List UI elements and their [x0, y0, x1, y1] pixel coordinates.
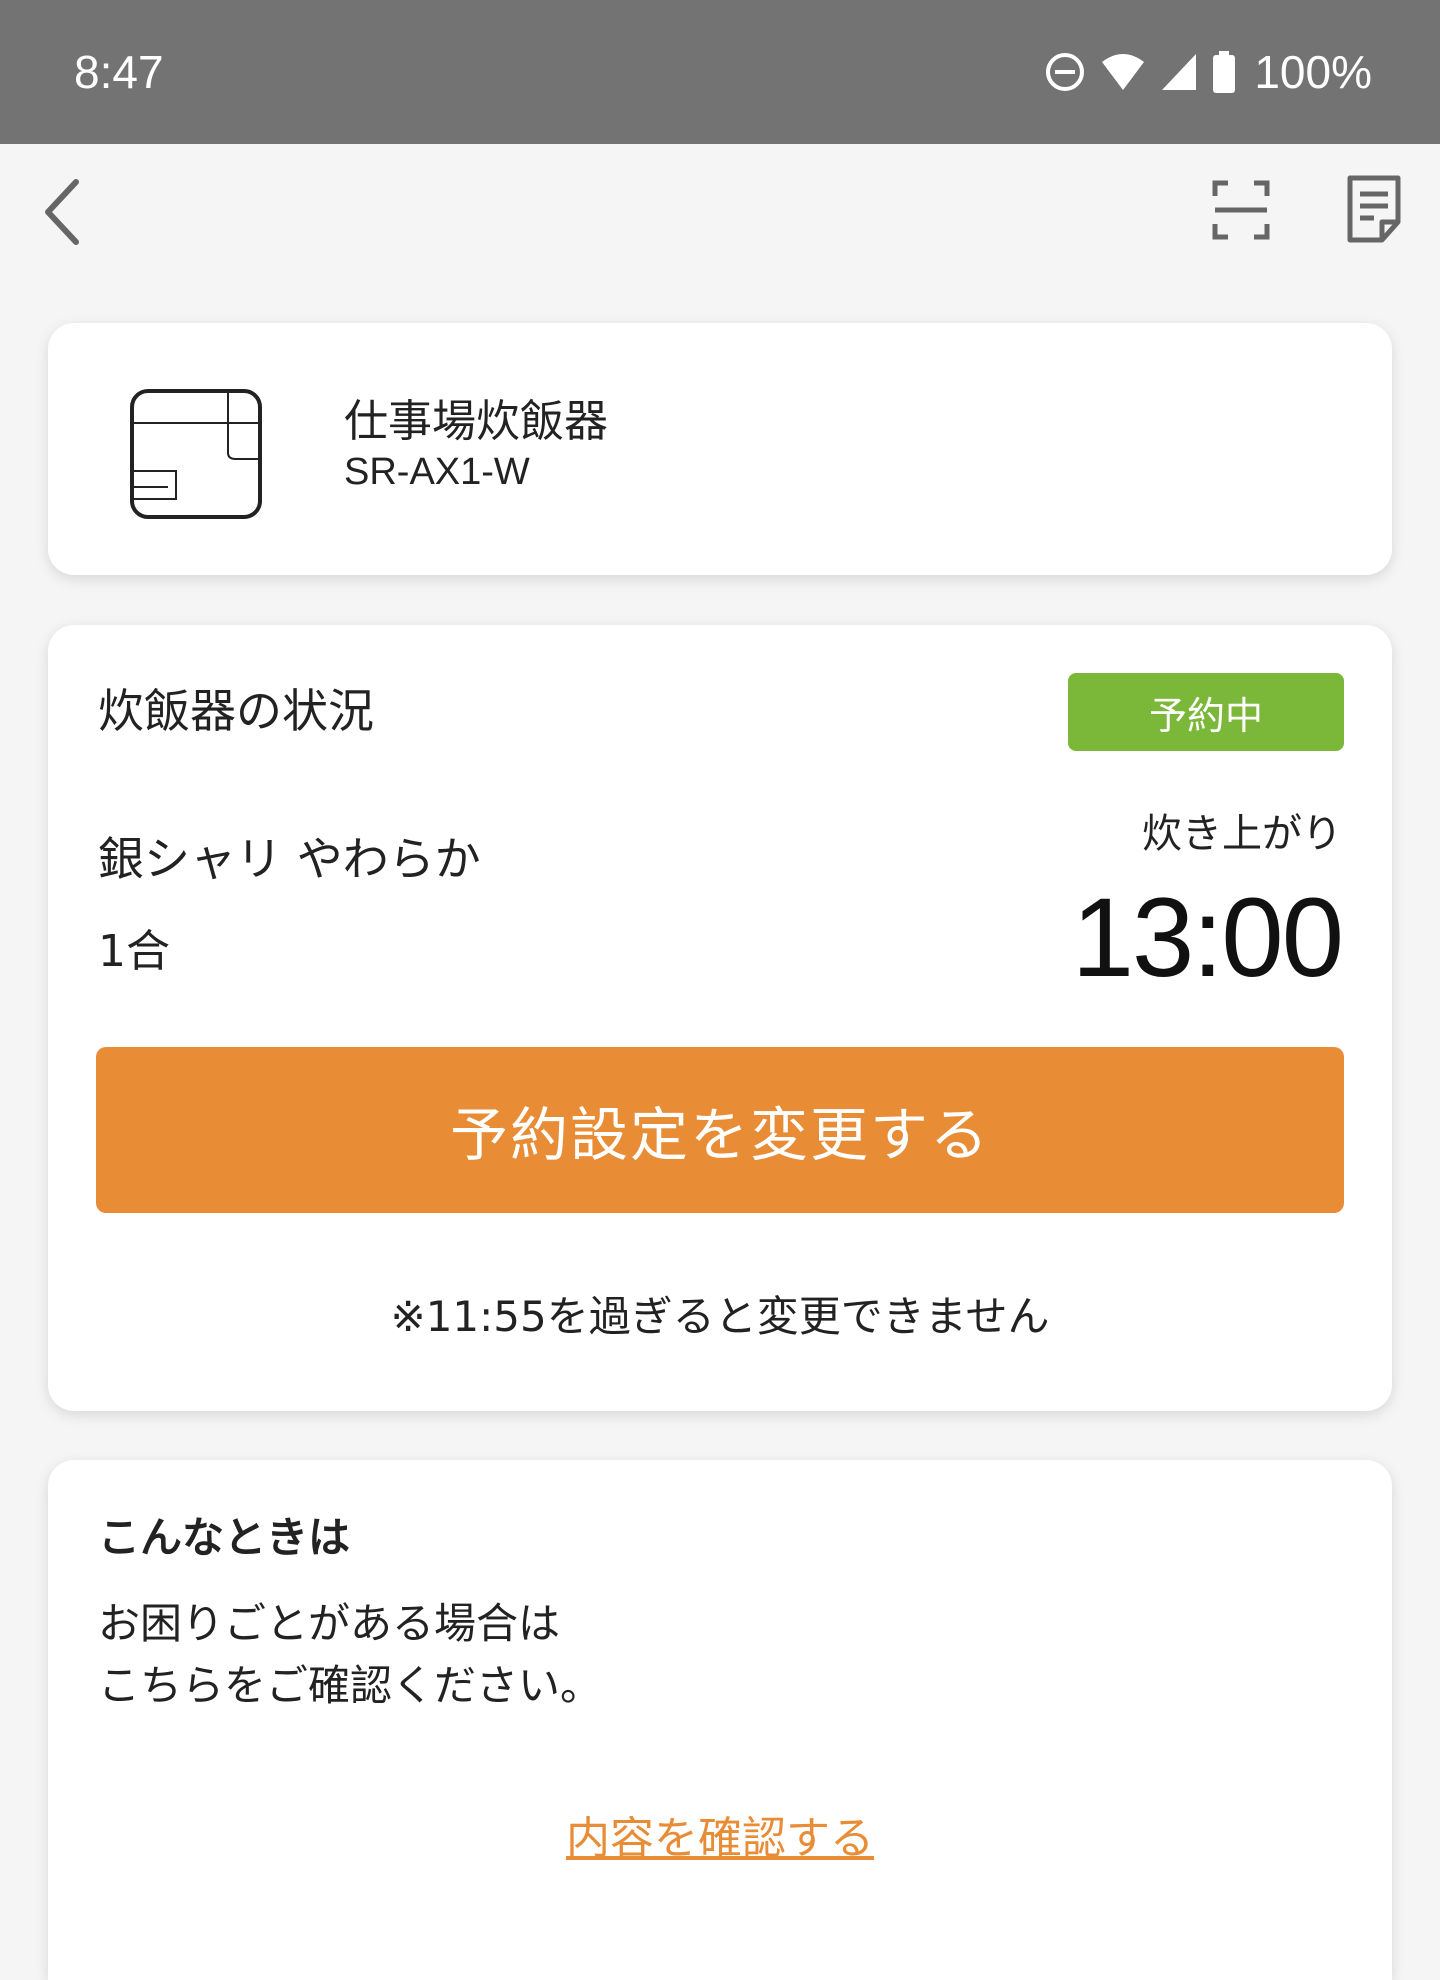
- help-title: こんなときは: [98, 1513, 351, 1562]
- help-card: こんなときは お困りごとがある場合は こちらをご確認ください。 内容を確認する: [48, 1460, 1392, 1980]
- change-deadline-note: ※11:55を過ぎると変更できません: [390, 1292, 1050, 1341]
- rice-amount: 1合: [98, 926, 170, 977]
- status-bar: 8:47 100%: [0, 0, 1440, 144]
- manual-button[interactable]: [1344, 174, 1404, 244]
- help-confirm-link[interactable]: 内容を確認する: [48, 1802, 1392, 1866]
- device-name: 仕事場炊飯器: [344, 396, 608, 447]
- cell-signal-icon: [1160, 52, 1198, 92]
- cooking-menu: 銀シャリ やわらか: [98, 832, 481, 886]
- battery-percentage: 100%: [1254, 46, 1372, 98]
- status-icons: 100%: [1044, 45, 1372, 99]
- change-reservation-button[interactable]: 予約設定を変更する: [96, 1047, 1344, 1213]
- cooker-status-card: 炊飯器の状況 予約中 銀シャリ やわらか 1合 炊き上がり 13:00 予約設定…: [48, 625, 1392, 1411]
- back-button[interactable]: [40, 174, 100, 250]
- help-text-line1: お困りごとがある場合は: [98, 1599, 561, 1648]
- scan-button[interactable]: [1212, 180, 1270, 240]
- status-time: 8:47: [74, 46, 164, 98]
- scan-icon: [1212, 180, 1270, 240]
- back-icon: [45, 179, 79, 245]
- device-model: SR-AX1-W: [344, 451, 530, 493]
- device-card[interactable]: 仕事場炊飯器 SR-AX1-W: [48, 323, 1392, 575]
- do-not-disturb-icon: [1044, 51, 1086, 93]
- status-badge: 予約中: [1068, 673, 1344, 751]
- rice-cooker-icon: [128, 387, 264, 521]
- status-title: 炊飯器の状況: [98, 684, 374, 738]
- wifi-icon: [1100, 52, 1146, 92]
- help-text-line2: こちらをご確認ください。: [98, 1661, 603, 1710]
- app-bar: [0, 144, 1440, 274]
- manual-icon: [1347, 175, 1401, 243]
- finish-label: 炊き上がり: [1142, 811, 1342, 857]
- finish-time: 13:00: [1071, 875, 1344, 1000]
- battery-icon: [1212, 51, 1236, 93]
